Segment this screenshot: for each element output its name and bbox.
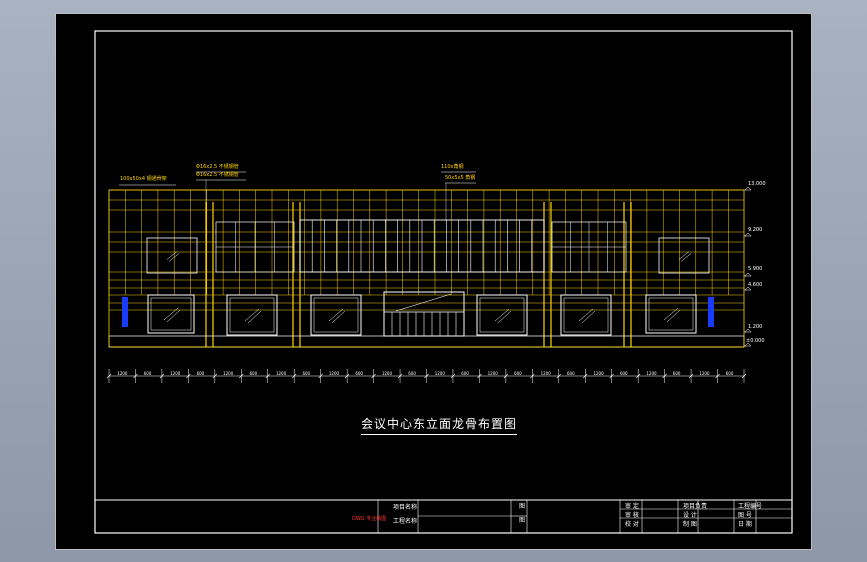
dimension-label: 1200 — [223, 371, 234, 376]
elevation-label-2: 9.200 — [748, 227, 763, 233]
glass-hatch — [166, 251, 178, 260]
annotation-angle-steel-1: 110x角钢 — [441, 164, 464, 170]
elevation-label-5: 1.200 — [748, 324, 763, 330]
dimension-label: 1200 — [487, 371, 498, 376]
annotation-steel-frame: 100x50x4 钢通骨架 — [120, 176, 167, 182]
tb-drawing-label-1: 图 — [519, 503, 526, 510]
dimension-label: 1200 — [328, 371, 340, 376]
tb-drawing-no: 图 号 — [738, 512, 752, 519]
tb-review: 审 核 — [625, 512, 639, 519]
dimension-label: 600 — [567, 371, 575, 376]
dimension-label: 600 — [672, 371, 681, 376]
tb-design: 设 计 — [683, 512, 697, 519]
glass-hatch — [680, 253, 692, 262]
blue-accent — [708, 297, 714, 327]
drawing-title: 会议中心东立面龙骨布置图 — [361, 415, 518, 435]
tb-project-no: 工程编号 — [738, 503, 763, 510]
dimension-label: 600 — [302, 371, 311, 376]
glass-hatch — [678, 251, 690, 260]
annotation-steel-pipe-1: Φ16x2.5 不锈钢管 — [196, 164, 239, 170]
dimension-label: 1200 — [699, 371, 710, 376]
annotation-steel-pipe-2: Φ16x2.5 不锈钢管 — [196, 172, 239, 178]
dimension-label: 600 — [461, 371, 469, 376]
annotation-angle-steel-2: 50x5x5 角钢 — [445, 175, 476, 181]
drawing-sheet: 100x50x4 钢通骨架 Φ16x2.5 不锈钢管 Φ16x2.5 不锈钢管 … — [55, 13, 812, 550]
dimension-label: 1200 — [593, 371, 604, 376]
elevation-arrow — [744, 232, 752, 237]
inner-frame — [94, 30, 793, 534]
tb-drawing-label-2: 图 — [519, 517, 526, 524]
dimension-label: 600 — [725, 371, 734, 376]
elevation-drawing — [94, 30, 793, 534]
dimension-label: 600 — [514, 371, 522, 376]
dimension-label: 1200 — [170, 371, 181, 376]
dimension-label: 1200 — [434, 371, 445, 376]
dimension-label: 600 — [408, 371, 416, 376]
tb-project-lead: 项目负责 — [683, 503, 708, 510]
dimension-label: 600 — [249, 371, 258, 376]
dimension-label: 600 — [619, 371, 628, 376]
blue-accent — [122, 297, 128, 327]
dimension-label: 1200 — [540, 371, 551, 376]
dimension-label: 600 — [355, 371, 363, 376]
dimension-label: 1200 — [646, 371, 657, 376]
dimension-label: 1200 — [117, 371, 128, 376]
tb-drafting: 制 图 — [683, 521, 697, 528]
base-band — [108, 335, 745, 348]
dimension-label: 1200 — [381, 371, 392, 376]
elevation-label-6: ±0.000 — [746, 338, 765, 344]
tb-approve: 审 定 — [625, 503, 639, 510]
tb-project-name: 项目名称 — [393, 504, 418, 511]
elevation-arrow — [744, 186, 752, 191]
elevation-label-1: 13.000 — [748, 181, 766, 187]
dimension-label: 600 — [196, 371, 205, 376]
elevation-label-3: 5.900 — [748, 266, 763, 272]
canopy-line — [395, 293, 452, 312]
elevation-arrow — [744, 272, 752, 277]
tb-engineering-name: 工程名称 — [393, 518, 418, 525]
dimension-label: 600 — [143, 371, 152, 376]
dimension-label: 1200 — [275, 371, 287, 376]
tb-stamp: DWG 专业绘图 — [352, 516, 387, 522]
tb-date: 日 期 — [738, 521, 752, 528]
tb-check: 校 对 — [625, 521, 639, 528]
elevation-label-4: 4.600 — [748, 282, 763, 288]
